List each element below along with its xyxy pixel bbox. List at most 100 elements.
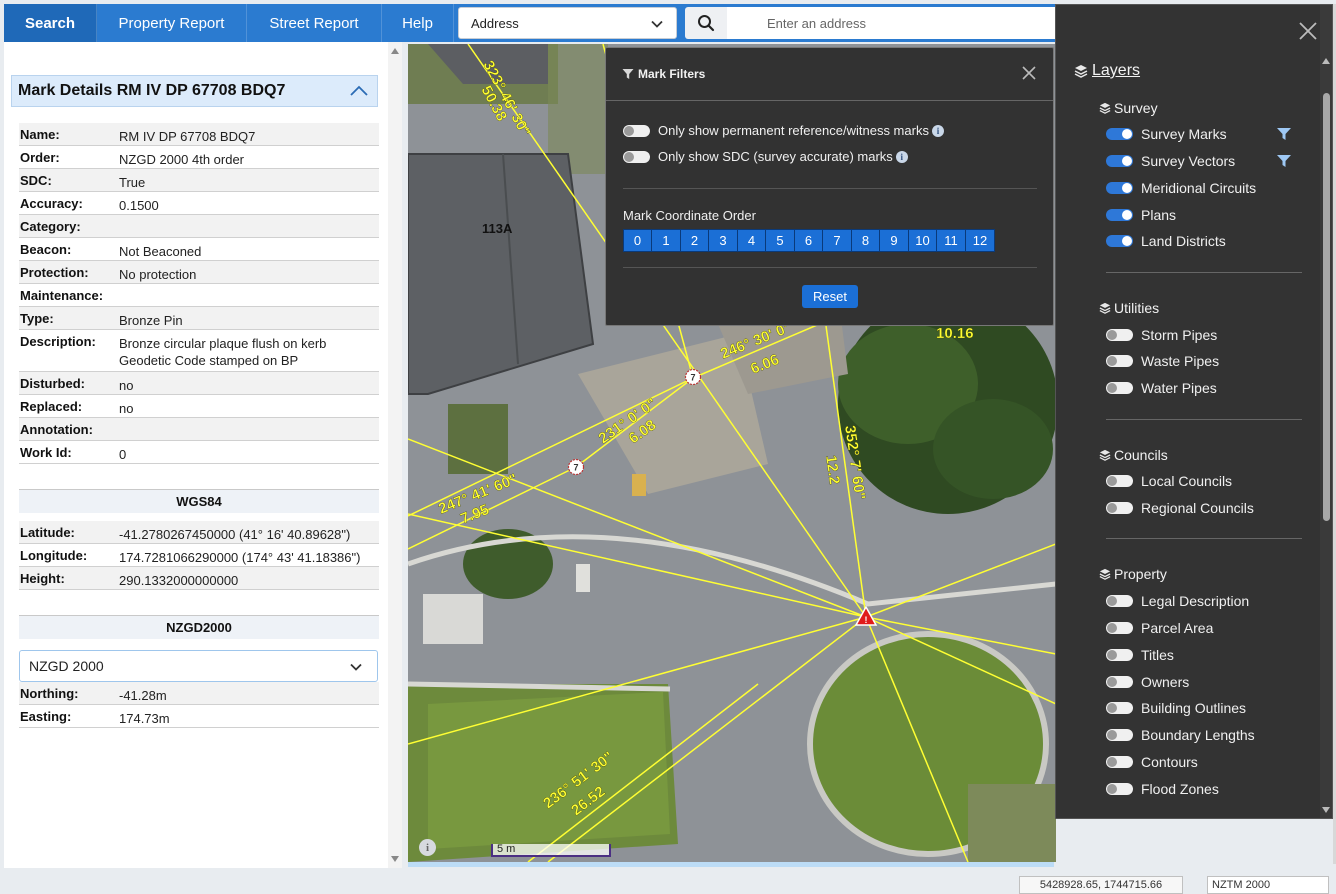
chevron-up-icon[interactable] (349, 83, 369, 99)
order-button-5[interactable]: 5 (766, 230, 795, 251)
address-search-input[interactable] (727, 7, 1055, 39)
layer-row-storm-pipes[interactable]: Storm Pipes (1106, 327, 1217, 343)
layers-icon (1074, 65, 1088, 78)
layer-row-waste-pipes[interactable]: Waste Pipes (1106, 353, 1219, 369)
layer-toggle[interactable] (1106, 622, 1133, 634)
layer-row-water-pipes[interactable]: Water Pipes (1106, 380, 1217, 396)
layer-toggle[interactable] (1106, 235, 1133, 247)
layer-row-building-outlines[interactable]: Building Outlines (1106, 700, 1246, 716)
survey-mark[interactable]: 7 (684, 368, 702, 386)
layer-row-survey-marks[interactable]: Survey Marks (1106, 126, 1227, 142)
layers-scrollbar[interactable] (1320, 5, 1332, 818)
layer-toggle[interactable] (1106, 182, 1133, 194)
nav-help-button[interactable]: Help (382, 4, 454, 42)
detail-row-beacon: Beacon: Not Beaconed (19, 238, 379, 261)
layer-label: Flood Zones (1141, 781, 1219, 797)
layer-row-boundary-lengths[interactable]: Boundary Lengths (1106, 727, 1255, 743)
layers-scroll-thumb[interactable] (1323, 93, 1330, 521)
search-type-select[interactable]: Address (458, 7, 677, 39)
layer-toggle[interactable] (1106, 329, 1133, 341)
order-button-11[interactable]: 11 (937, 230, 966, 251)
layer-group-label: Survey (1114, 100, 1158, 116)
layer-toggle[interactable] (1106, 475, 1133, 487)
layer-toggle[interactable] (1106, 783, 1133, 795)
scroll-up-arrow[interactable] (1322, 58, 1330, 64)
layer-row-plans[interactable]: Plans (1106, 207, 1176, 223)
info-icon[interactable]: i (931, 124, 944, 137)
filter-toggle-row-sdc[interactable]: Only show SDC (survey accurate) marks i (623, 149, 908, 164)
search-button[interactable] (685, 7, 727, 39)
close-icon[interactable] (1021, 65, 1037, 81)
order-button-4[interactable]: 4 (738, 230, 766, 251)
order-button-3[interactable]: 3 (709, 230, 738, 251)
info-icon[interactable]: i (895, 150, 908, 163)
cursor-coordinates-readout: 5428928.65, 1744715.66 (1019, 876, 1183, 894)
layers-header[interactable]: Layers (1074, 62, 1140, 80)
layer-toggle[interactable] (1106, 382, 1133, 394)
layer-row-titles[interactable]: Titles (1106, 647, 1174, 663)
map-info-icon[interactable]: i (419, 839, 436, 856)
nav-street-report-button[interactable]: Street Report (247, 4, 382, 42)
layer-row-parcel-area[interactable]: Parcel Area (1106, 620, 1213, 636)
layer-row-flood-zones[interactable]: Flood Zones (1106, 781, 1219, 797)
sdc-marks-toggle[interactable] (623, 150, 650, 163)
order-button-0[interactable]: 0 (624, 230, 652, 251)
datum-select-value: NZGD 2000 (29, 658, 104, 674)
layer-row-contours[interactable]: Contours (1106, 754, 1198, 770)
order-button-9[interactable]: 9 (880, 230, 909, 251)
nav-property-report-button[interactable]: Property Report (97, 4, 247, 42)
detail-row-name: Name: RM IV DP 67708 BDQ7 (19, 123, 379, 146)
filter-icon[interactable] (1276, 127, 1292, 141)
layer-toggle[interactable] (1106, 128, 1133, 140)
layer-toggle[interactable] (1106, 209, 1133, 221)
order-button-7[interactable]: 7 (823, 230, 852, 251)
scroll-down-arrow[interactable] (1322, 807, 1330, 813)
mark-details-header[interactable]: Mark Details RM IV DP 67708 BDQ7 (11, 75, 378, 107)
projection-select[interactable]: NZTM 2000 (1207, 876, 1329, 894)
layer-toggle[interactable] (1106, 595, 1133, 607)
reset-filters-button[interactable]: Reset (802, 285, 858, 308)
filter-toggle-row-permanent[interactable]: Only show permanent reference/witness ma… (623, 123, 944, 138)
filter-icon[interactable] (1276, 154, 1292, 168)
scroll-down-arrow[interactable] (391, 856, 399, 862)
nzgd2000-section-heading: NZGD2000 (19, 615, 379, 639)
order-button-12[interactable]: 12 (966, 230, 994, 251)
order-button-2[interactable]: 2 (681, 230, 709, 251)
layer-row-local-councils[interactable]: Local Councils (1106, 473, 1232, 489)
survey-mark[interactable]: 7 (567, 458, 585, 476)
top-navigation-bar: Search Property Report Street Report Hel… (4, 4, 1056, 42)
layer-toggle[interactable] (1106, 502, 1133, 514)
layer-toggle[interactable] (1106, 676, 1133, 688)
layer-group-survey: Survey (1099, 100, 1158, 116)
layer-label: Contours (1141, 754, 1198, 770)
layer-toggle[interactable] (1106, 155, 1133, 167)
chevron-down-icon (651, 20, 663, 28)
search-icon (698, 15, 715, 32)
layer-toggle[interactable] (1106, 756, 1133, 768)
layer-toggle[interactable] (1106, 702, 1133, 714)
layer-toggle[interactable] (1106, 729, 1133, 741)
details-scrollbar[interactable] (388, 42, 402, 868)
layer-toggle[interactable] (1106, 649, 1133, 661)
bearing-distance-label: 10.16 (936, 325, 974, 342)
layer-row-land-districts[interactable]: Land Districts (1106, 233, 1226, 249)
order-button-6[interactable]: 6 (795, 230, 823, 251)
svg-text:!: ! (865, 615, 868, 625)
detail-value: 0.1500 (119, 198, 159, 213)
scroll-up-arrow[interactable] (391, 48, 399, 54)
layer-row-regional-councils[interactable]: Regional Councils (1106, 500, 1254, 516)
permanent-marks-toggle[interactable] (623, 124, 650, 137)
layer-row-meridional-circuits[interactable]: Meridional Circuits (1106, 180, 1256, 196)
layer-row-owners[interactable]: Owners (1106, 674, 1189, 690)
datum-select[interactable]: NZGD 2000 (19, 650, 378, 682)
layer-row-legal-description[interactable]: Legal Description (1106, 593, 1249, 609)
detail-row-category: Category: (19, 215, 379, 238)
nav-search-button[interactable]: Search (4, 4, 97, 42)
order-button-1[interactable]: 1 (652, 230, 681, 251)
layer-row-survey-vectors[interactable]: Survey Vectors (1106, 153, 1235, 169)
detail-value: NZGD 2000 4th order (119, 152, 245, 167)
close-icon[interactable] (1298, 21, 1318, 41)
layer-toggle[interactable] (1106, 355, 1133, 367)
order-button-10[interactable]: 10 (909, 230, 937, 251)
order-button-8[interactable]: 8 (852, 230, 880, 251)
